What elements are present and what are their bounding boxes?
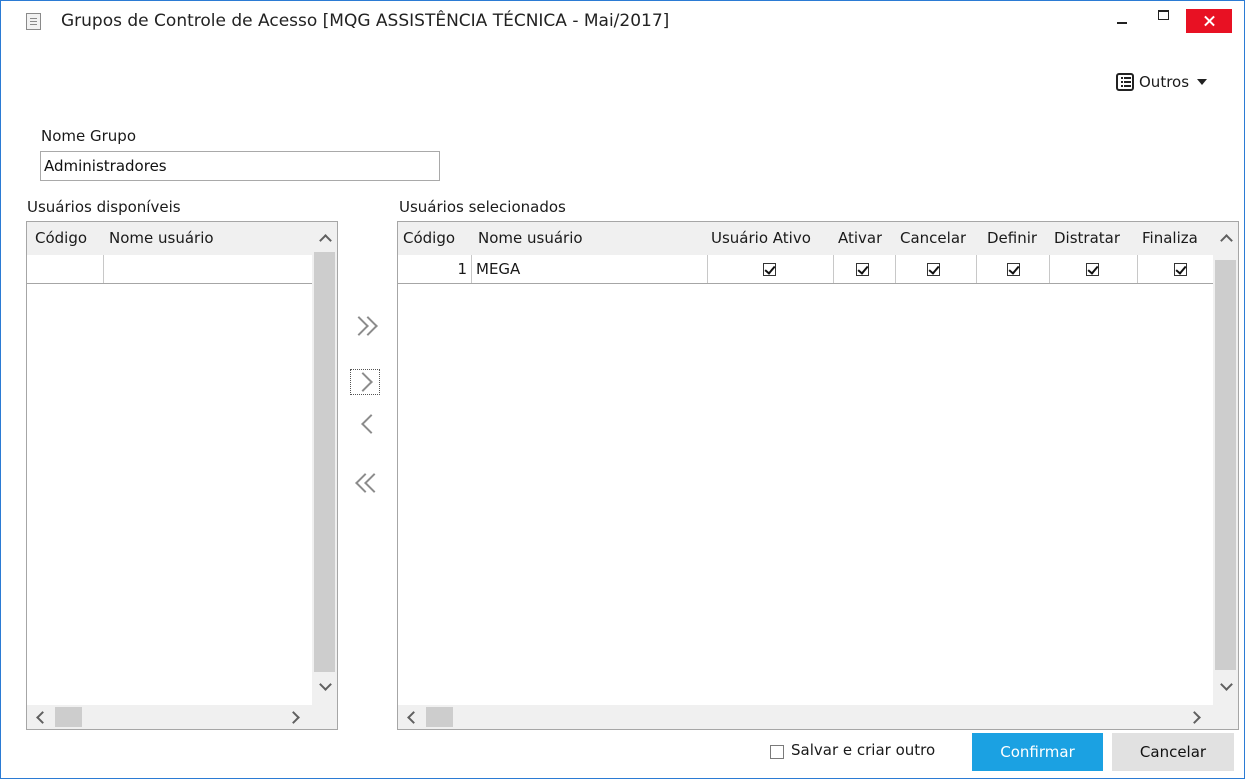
horizontal-scrollbar[interactable] <box>27 705 312 729</box>
horizontal-scrollbar[interactable] <box>398 705 1213 729</box>
finaliza-cell <box>1138 255 1213 283</box>
maximize-button[interactable] <box>1147 1 1181 33</box>
vertical-scrollbar[interactable] <box>1213 222 1238 706</box>
window-title: Grupos de Controle de Acesso [MQG ASSIST… <box>61 11 670 31</box>
usuario-ativo-cell <box>708 255 834 283</box>
scroll-right-icon[interactable] <box>287 711 300 724</box>
scroll-corner <box>312 705 337 729</box>
column-header-codigo[interactable]: Código <box>403 222 455 255</box>
scroll-thumb[interactable] <box>55 707 82 727</box>
document-icon <box>26 13 41 30</box>
scroll-thumb[interactable] <box>426 707 453 727</box>
codigo-cell: 1 <box>398 255 472 283</box>
caret-down-icon <box>1197 79 1208 85</box>
remove-all-button[interactable] <box>346 466 386 500</box>
add-all-button[interactable] <box>346 309 386 343</box>
table-row[interactable]: 1 MEGA <box>398 255 1213 284</box>
add-selected-button[interactable] <box>346 365 386 399</box>
table-cell <box>27 255 104 283</box>
selected-users-title: Usuários selecionados <box>399 198 566 216</box>
distratar-checkbox[interactable] <box>1086 263 1099 276</box>
scroll-down-icon[interactable] <box>1220 678 1233 691</box>
list-icon <box>1116 73 1134 91</box>
table-row-empty[interactable] <box>27 255 312 284</box>
definir-cell <box>977 255 1050 283</box>
column-header-nome-usuario[interactable]: Nome usuário <box>478 222 583 255</box>
column-header-finaliza[interactable]: Finaliza <box>1142 222 1213 255</box>
column-header-distratar[interactable]: Distratar <box>1054 222 1120 255</box>
available-users-title: Usuários disponíveis <box>27 198 181 216</box>
column-header-usuario-ativo[interactable]: Usuário Ativo <box>711 222 811 255</box>
cancel-button[interactable]: Cancelar <box>1112 733 1234 771</box>
close-button[interactable] <box>1186 9 1232 33</box>
cancelar-cell <box>896 255 977 283</box>
definir-checkbox[interactable] <box>1007 263 1020 276</box>
title-bar: Grupos de Controle de Acesso [MQG ASSIST… <box>1 1 1244 41</box>
scroll-up-icon[interactable] <box>1220 234 1233 247</box>
distratar-cell <box>1050 255 1138 283</box>
scroll-thumb[interactable] <box>314 252 335 672</box>
remove-selected-button[interactable] <box>346 407 386 441</box>
column-header-codigo[interactable]: Código <box>35 222 87 255</box>
nome-grupo-input[interactable] <box>40 151 440 181</box>
selected-users-grid[interactable]: Código Nome usuário Usuário Ativo Ativar… <box>397 221 1239 730</box>
dialog-window: Grupos de Controle de Acesso [MQG ASSIST… <box>0 0 1245 779</box>
ativar-checkbox[interactable] <box>856 263 869 276</box>
nome-usuario-cell: MEGA <box>472 255 708 283</box>
finaliza-checkbox[interactable] <box>1174 263 1187 276</box>
grid-header: Código Nome usuário <box>27 222 312 255</box>
scroll-left-icon[interactable] <box>407 711 420 724</box>
scroll-up-icon[interactable] <box>319 234 332 247</box>
scroll-left-icon[interactable] <box>36 711 49 724</box>
ativar-cell <box>834 255 896 283</box>
column-header-definir[interactable]: Definir <box>987 222 1037 255</box>
column-header-nome-usuario[interactable]: Nome usuário <box>109 222 214 255</box>
chevron-right-icon <box>353 372 373 392</box>
save-and-new-label[interactable]: Salvar e criar outro <box>791 741 935 759</box>
usuario-ativo-checkbox[interactable] <box>763 263 776 276</box>
outros-menu-button[interactable]: Outros <box>1116 71 1208 93</box>
cancelar-checkbox[interactable] <box>927 263 940 276</box>
scroll-down-icon[interactable] <box>319 678 332 691</box>
save-and-new-checkbox[interactable] <box>770 745 784 759</box>
column-header-ativar[interactable]: Ativar <box>838 222 882 255</box>
scroll-right-icon[interactable] <box>1188 711 1201 724</box>
nome-grupo-label: Nome Grupo <box>41 127 137 145</box>
chevron-left-icon <box>361 414 381 434</box>
scroll-thumb[interactable] <box>1215 260 1236 670</box>
vertical-scrollbar[interactable] <box>312 222 337 706</box>
scroll-corner <box>1213 705 1238 729</box>
grid-header: Código Nome usuário Usuário Ativo Ativar… <box>398 222 1213 255</box>
outros-label: Outros <box>1139 73 1190 91</box>
available-users-grid[interactable]: Código Nome usuário <box>26 221 338 730</box>
column-header-cancelar[interactable]: Cancelar <box>900 222 966 255</box>
confirm-button[interactable]: Confirmar <box>972 733 1103 771</box>
minimize-button[interactable] <box>1105 1 1139 33</box>
